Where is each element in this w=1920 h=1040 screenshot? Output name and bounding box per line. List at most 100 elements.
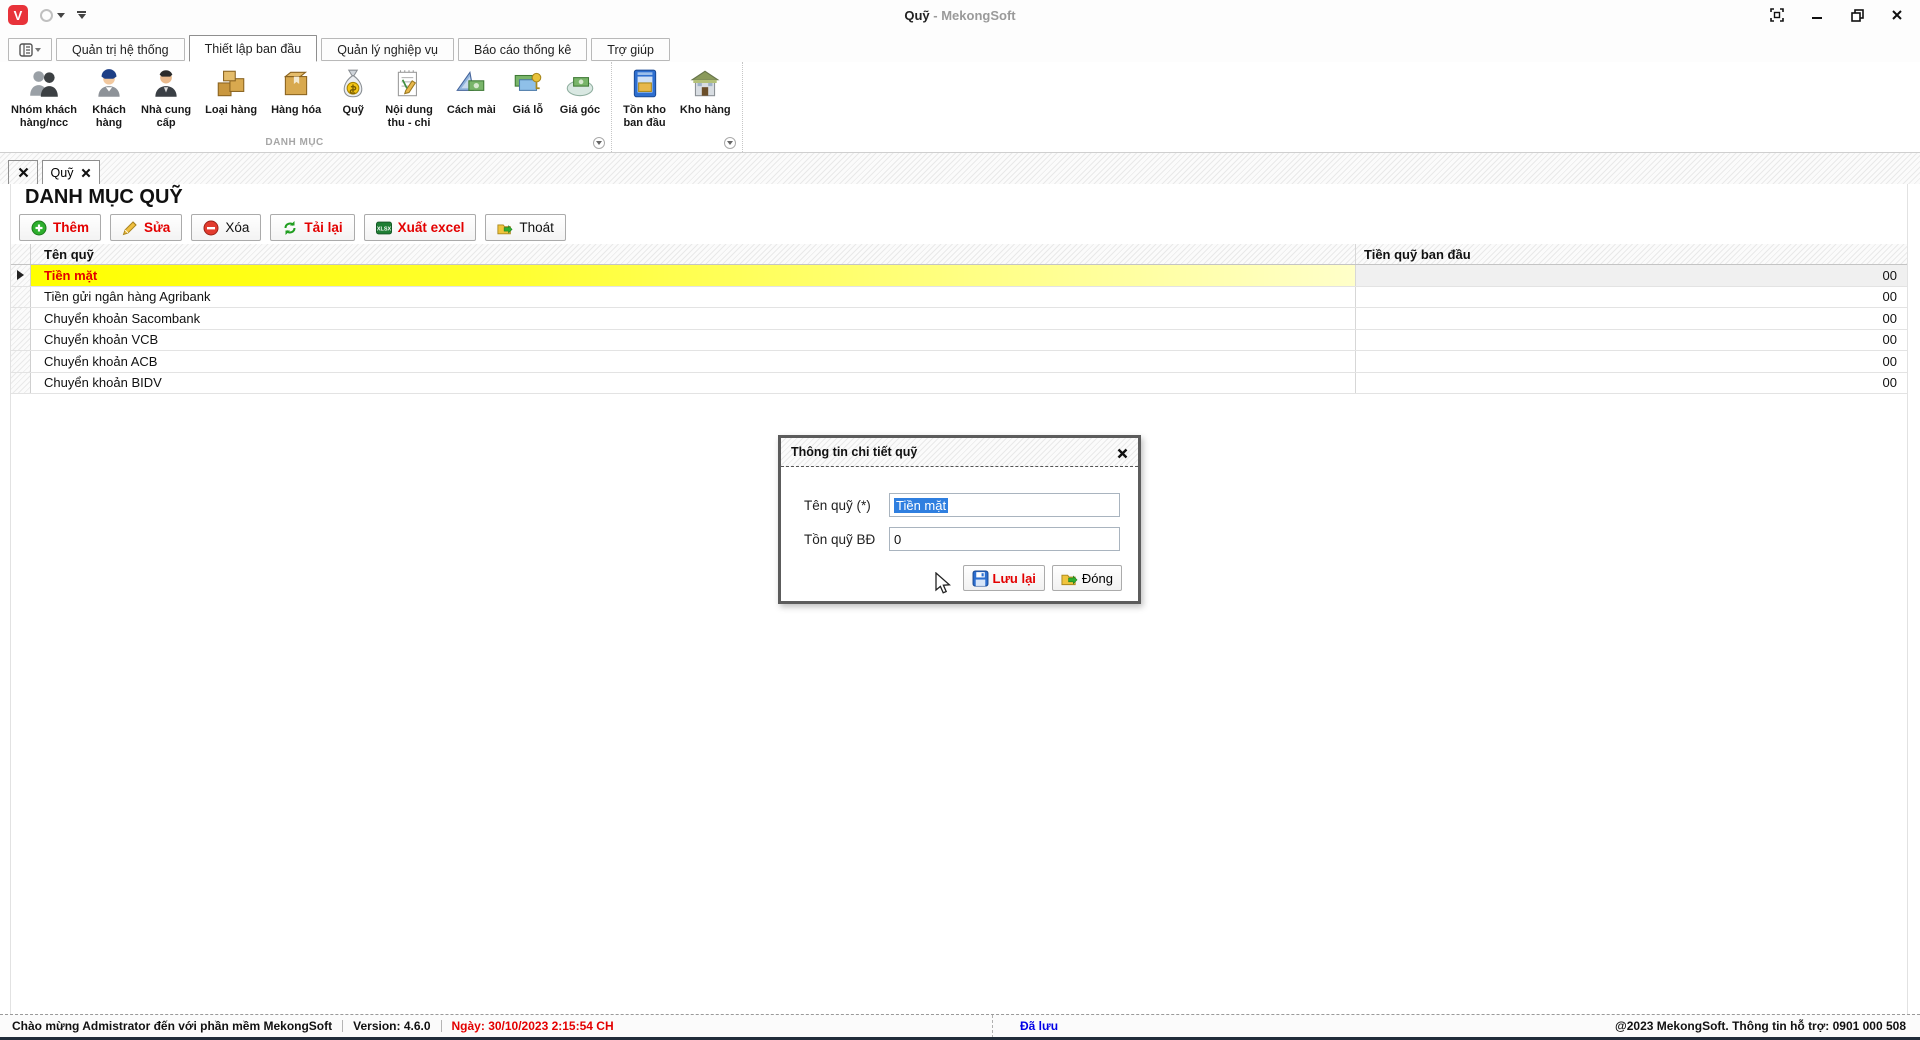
reload-button[interactable]: Tải lại <box>270 214 355 241</box>
table-row[interactable]: Tiền mặt 00 <box>11 265 1907 287</box>
ribbon-item-promotion[interactable]: Cách mài <box>440 64 503 138</box>
close-tab-icon[interactable] <box>81 168 91 178</box>
window-list-icon <box>19 42 41 57</box>
dialog-close-button[interactable] <box>1114 445 1130 461</box>
ribbon-item-customers-group[interactable]: Nhóm khách hàng/ncc <box>4 64 84 138</box>
fund-name-cell[interactable]: Chuyển khoản Sacombank <box>31 308 1356 329</box>
column-header-ten-quy[interactable]: Tên quỹ <box>31 244 1356 264</box>
row-selector-cell[interactable] <box>11 372 31 393</box>
ribbon-group-label: DANH MỤC <box>265 137 324 148</box>
column-header-tien-quy-ban-dau[interactable]: Tiền quỹ ban đầu <box>1356 244 1907 264</box>
window-title: Quỹ - MekongSoft <box>904 8 1016 23</box>
document-tab-strip: Quỹ <box>0 153 1920 184</box>
save-button[interactable]: Lưu lại <box>962 565 1045 591</box>
ribbon-item-initial-stock[interactable]: Tồn kho ban đầu <box>616 64 673 138</box>
ribbon-item-customer[interactable]: Khách hàng <box>84 64 134 138</box>
table-row[interactable]: Tiền gửi ngân hàng Agribank 00 <box>11 286 1907 308</box>
exit-icon <box>497 220 513 236</box>
row-selector-cell[interactable] <box>11 265 31 286</box>
edit-icon <box>122 220 138 236</box>
ribbon-item-supplier[interactable]: Nhà cung cấp <box>134 64 198 138</box>
separator <box>342 1020 344 1032</box>
initial-stock-icon <box>627 66 663 102</box>
date-text: Ngày: 30/10/2023 2:15:54 CH <box>451 1019 614 1033</box>
ribbon-group-kho: Tồn kho ban đầu Kho hàng <box>612 62 743 152</box>
table-row[interactable]: Chuyển khoản Sacombank 00 <box>11 308 1907 330</box>
table-row[interactable]: Chuyển khoản BIDV 00 <box>11 372 1907 394</box>
row-selector-cell[interactable] <box>11 329 31 350</box>
delete-button[interactable]: Xóa <box>191 214 262 241</box>
initial-fund-input[interactable]: 0 <box>889 527 1120 551</box>
initial-fund-cell[interactable]: 00 <box>1356 373 1907 394</box>
ribbon-item-label: Tồn kho ban đầu <box>623 104 666 129</box>
ribbon-item-goods[interactable]: Hàng hóa <box>264 64 328 138</box>
close-button[interactable] <box>1884 4 1910 26</box>
initial-fund-cell[interactable]: 00 <box>1356 265 1907 286</box>
ribbon-item-warehouse[interactable]: Kho hàng <box>673 64 738 138</box>
menu-tab-trợ-giúp[interactable]: Trợ giúp <box>591 38 670 61</box>
reload-icon <box>282 220 298 236</box>
initial-fund-cell[interactable]: 00 <box>1356 308 1907 329</box>
row-selector-cell[interactable] <box>11 351 31 372</box>
fund-detail-dialog: Thông tin chi tiết quỹ Tên quỹ (*) Tiền … <box>778 435 1141 604</box>
fund-name-cell[interactable]: Chuyển khoản VCB <box>31 329 1356 350</box>
excel-button[interactable]: XLSX Xuất excel <box>363 214 477 241</box>
action-button-row: Thêm Sửa Xóa Tải lại XLSX Xuất excel Thoát <box>19 214 566 241</box>
button-label: Thoát <box>519 220 554 235</box>
menu-tab-quản-lý-nghiệp-vụ[interactable]: Quản lý nghiệp vụ <box>321 38 454 61</box>
group-collapse-button[interactable] <box>723 137 736 149</box>
add-icon <box>31 220 47 236</box>
saved-status: Đã lưu <box>1020 1019 1059 1033</box>
menu-tab-báo-cáo-thống-kê[interactable]: Báo cáo thống kê <box>457 38 588 61</box>
separator <box>992 1015 993 1038</box>
initial-fund-cell[interactable]: 00 <box>1356 351 1907 372</box>
minimize-button[interactable] <box>1804 4 1830 26</box>
exit-button[interactable]: Thoát <box>485 214 566 241</box>
row-selector-header <box>11 244 31 264</box>
tab-quy[interactable]: Quỹ <box>42 160 100 184</box>
restore-icon <box>1850 8 1864 22</box>
close-dialog-button[interactable]: Đóng <box>1051 565 1122 591</box>
initial-fund-cell[interactable]: 00 <box>1356 287 1907 308</box>
ribbon-item-item-type[interactable]: Loại hàng <box>198 64 264 138</box>
separator <box>440 1020 442 1032</box>
svg-text:XLSX: XLSX <box>376 226 391 232</box>
ribbon-item-retail-price[interactable]: Giá lỗ <box>503 64 553 138</box>
fit-screen-button[interactable] <box>1764 4 1790 26</box>
menu-icon-tab[interactable] <box>8 38 52 61</box>
ribbon-item-label: Nhà cung cấp <box>141 104 192 129</box>
restore-button[interactable] <box>1844 4 1870 26</box>
add-button[interactable]: Thêm <box>19 214 102 241</box>
fund-name-cell[interactable]: Tiền gửi ngân hàng Agribank <box>31 286 1356 307</box>
fund-name-label: Tên quỹ (*) <box>804 497 871 513</box>
fund-icon <box>335 66 371 102</box>
edit-button[interactable]: Sửa <box>110 214 183 241</box>
ribbon-item-label: Nhóm khách hàng/ncc <box>11 104 78 129</box>
window-titlebar: V Quỹ - MekongSoft <box>0 0 1920 34</box>
close-all-tabs-button[interactable] <box>8 160 38 184</box>
menu-tab-quản-trị-hệ-thống[interactable]: Quản trị hệ thống <box>56 38 185 61</box>
initial-fund-cell[interactable]: 00 <box>1356 330 1907 351</box>
supplier-icon <box>148 66 184 102</box>
fund-name-cell[interactable]: Chuyển khoản BIDV <box>31 372 1356 393</box>
ribbon-item-fund[interactable]: Quỹ <box>328 64 378 138</box>
ribbon-item-label: Quỹ <box>342 104 364 116</box>
row-selector-cell[interactable] <box>11 286 31 307</box>
fund-name-cell[interactable]: Tiền mặt <box>31 265 1356 286</box>
fit-screen-icon <box>1770 8 1784 22</box>
ribbon-item-label: Hàng hóa <box>271 104 322 116</box>
ribbon-item-income-expense[interactable]: Nội dung thu - chi <box>378 64 440 138</box>
row-selector-cell[interactable] <box>11 308 31 329</box>
group-collapse-button[interactable] <box>593 137 606 149</box>
fund-name-input[interactable]: Tiền mặt <box>889 493 1120 517</box>
table-row[interactable]: Chuyển khoản VCB 00 <box>11 329 1907 351</box>
menu-tab-thiết-lập-ban-đầu[interactable]: Thiết lập ban đầu <box>188 35 318 62</box>
button-label: Sửa <box>144 220 171 235</box>
ribbon-item-cost-price[interactable]: Giá góc <box>553 64 607 138</box>
close-icon <box>1117 448 1127 458</box>
save-icon <box>972 570 989 586</box>
retail-price-icon <box>510 66 546 102</box>
table-row[interactable]: Chuyển khoản ACB 00 <box>11 351 1907 373</box>
button-label: Tải lại <box>304 220 343 235</box>
fund-name-cell[interactable]: Chuyển khoản ACB <box>31 351 1356 372</box>
